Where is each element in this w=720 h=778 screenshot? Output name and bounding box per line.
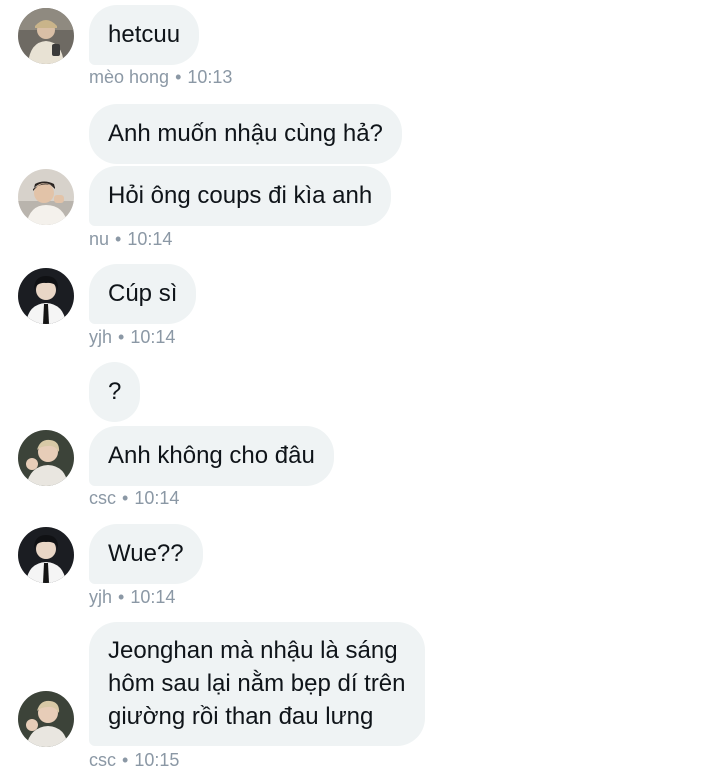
message-bubble[interactable]: ? [89, 362, 141, 422]
sender-name: yjh [89, 327, 113, 347]
meta-separator: • [115, 229, 122, 249]
message-time: 10:13 [187, 67, 233, 87]
message-bubble[interactable]: Hỏi ông coups đi kìa anh [89, 166, 392, 226]
message-bubble[interactable]: hetcuu [89, 5, 200, 65]
message-line: giường rồi than đau lưng [108, 703, 374, 730]
message-bubble[interactable]: Jeonghan mà nhậu là sáng hôm sau lại nằm… [89, 622, 425, 746]
message-time: 10:14 [134, 488, 180, 508]
meta-separator: • [118, 587, 125, 607]
message-line: hôm sau lại nằm bẹp dí trên [108, 670, 406, 697]
avatar-photo-icon [18, 691, 74, 747]
meta-separator: • [122, 750, 129, 770]
meta-separator: • [175, 67, 182, 87]
message-time: 10:14 [130, 327, 176, 347]
sender-name: nu [89, 229, 110, 249]
sender-avatar[interactable] [18, 169, 74, 225]
sender-name: yjh [89, 587, 113, 607]
message-bubble[interactable]: Wue?? [89, 524, 203, 584]
message-time: 10:14 [127, 229, 173, 249]
meta-separator: • [122, 488, 129, 508]
avatar-photo-icon [18, 430, 74, 486]
avatar-photo-icon [18, 268, 74, 324]
sender-avatar[interactable] [18, 268, 74, 324]
message-time: 10:15 [134, 750, 180, 770]
meta-separator: • [118, 327, 125, 347]
sender-name: csc [89, 750, 116, 770]
message-meta: csc • 10:14 [89, 488, 179, 509]
message-line: Jeonghan mà nhậu là sáng [108, 637, 398, 664]
message-meta: nu • 10:14 [89, 229, 172, 250]
sender-name: csc [89, 488, 116, 508]
message-bubble[interactable]: Anh muốn nhậu cùng hả? [89, 104, 402, 164]
sender-avatar[interactable] [18, 8, 74, 64]
avatar-photo-icon [18, 527, 74, 583]
sender-name: mèo hong [89, 67, 170, 87]
avatar-photo-icon [18, 8, 74, 64]
avatar-photo-icon [18, 169, 74, 225]
message-meta: csc • 10:15 [89, 750, 179, 771]
message-meta: yjh • 10:14 [89, 327, 175, 348]
message-bubble[interactable]: Cúp sì [89, 264, 197, 324]
sender-avatar[interactable] [18, 691, 74, 747]
conversation-thread: hetcuu mèo hong • 10:13 Anh muốn nhậu cùng… [0, 0, 720, 778]
message-meta: yjh • 10:14 [89, 587, 175, 608]
message-meta: mèo hong • 10:13 [89, 67, 232, 88]
message-time: 10:14 [130, 587, 176, 607]
message-bubble[interactable]: Anh không cho đâu [89, 426, 334, 486]
sender-avatar[interactable] [18, 430, 74, 486]
sender-avatar[interactable] [18, 527, 74, 583]
